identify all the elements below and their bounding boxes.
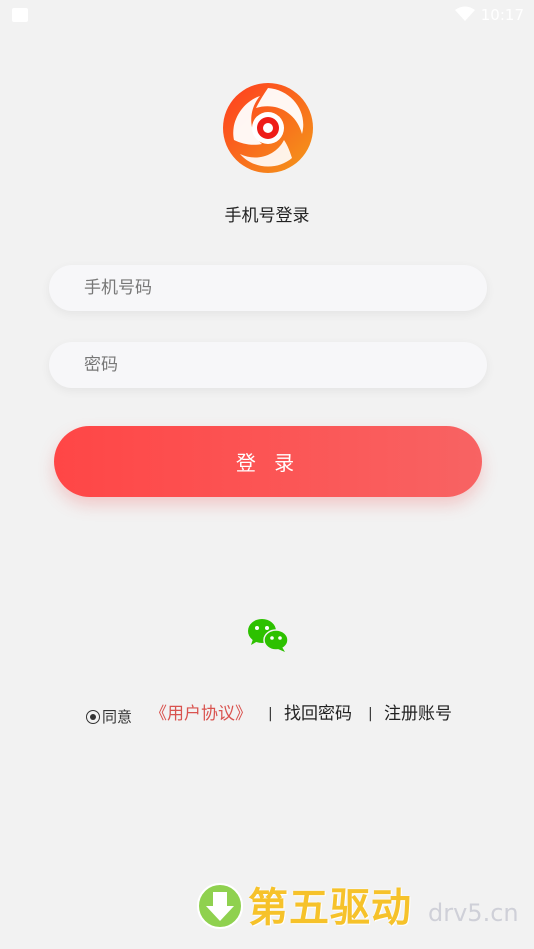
phone-input[interactable] bbox=[49, 265, 487, 311]
agree-label: 同意 bbox=[102, 708, 133, 726]
register-link[interactable]: 注册账号 bbox=[384, 702, 452, 726]
login-button[interactable]: 登 录 bbox=[54, 426, 482, 497]
separator: | bbox=[368, 706, 373, 722]
wechat-login-icon[interactable] bbox=[247, 617, 289, 653]
agree-checkbox[interactable]: 同意 bbox=[86, 705, 132, 729]
watermark-text: 第五驱动 bbox=[248, 885, 412, 931]
user-agreement-link[interactable]: 《用户协议》 bbox=[150, 702, 252, 726]
radio-icon[interactable] bbox=[86, 710, 100, 724]
password-input[interactable] bbox=[49, 342, 487, 388]
separator: | bbox=[268, 706, 273, 722]
forgot-password-link[interactable]: 找回密码 bbox=[284, 702, 352, 726]
watermark-domain: drv5.cn bbox=[428, 899, 519, 927]
status-time: 10:17 bbox=[480, 6, 524, 24]
app-logo-icon bbox=[223, 83, 313, 173]
footer-links: 同意 《用户协议》 | 找回密码 | 注册账号 bbox=[0, 702, 534, 726]
notification-icon bbox=[12, 8, 28, 22]
wifi-icon bbox=[455, 6, 475, 21]
status-bar: 10:17 bbox=[0, 0, 534, 30]
download-arrow-icon bbox=[197, 883, 243, 929]
page-title: 手机号登录 bbox=[224, 206, 310, 226]
